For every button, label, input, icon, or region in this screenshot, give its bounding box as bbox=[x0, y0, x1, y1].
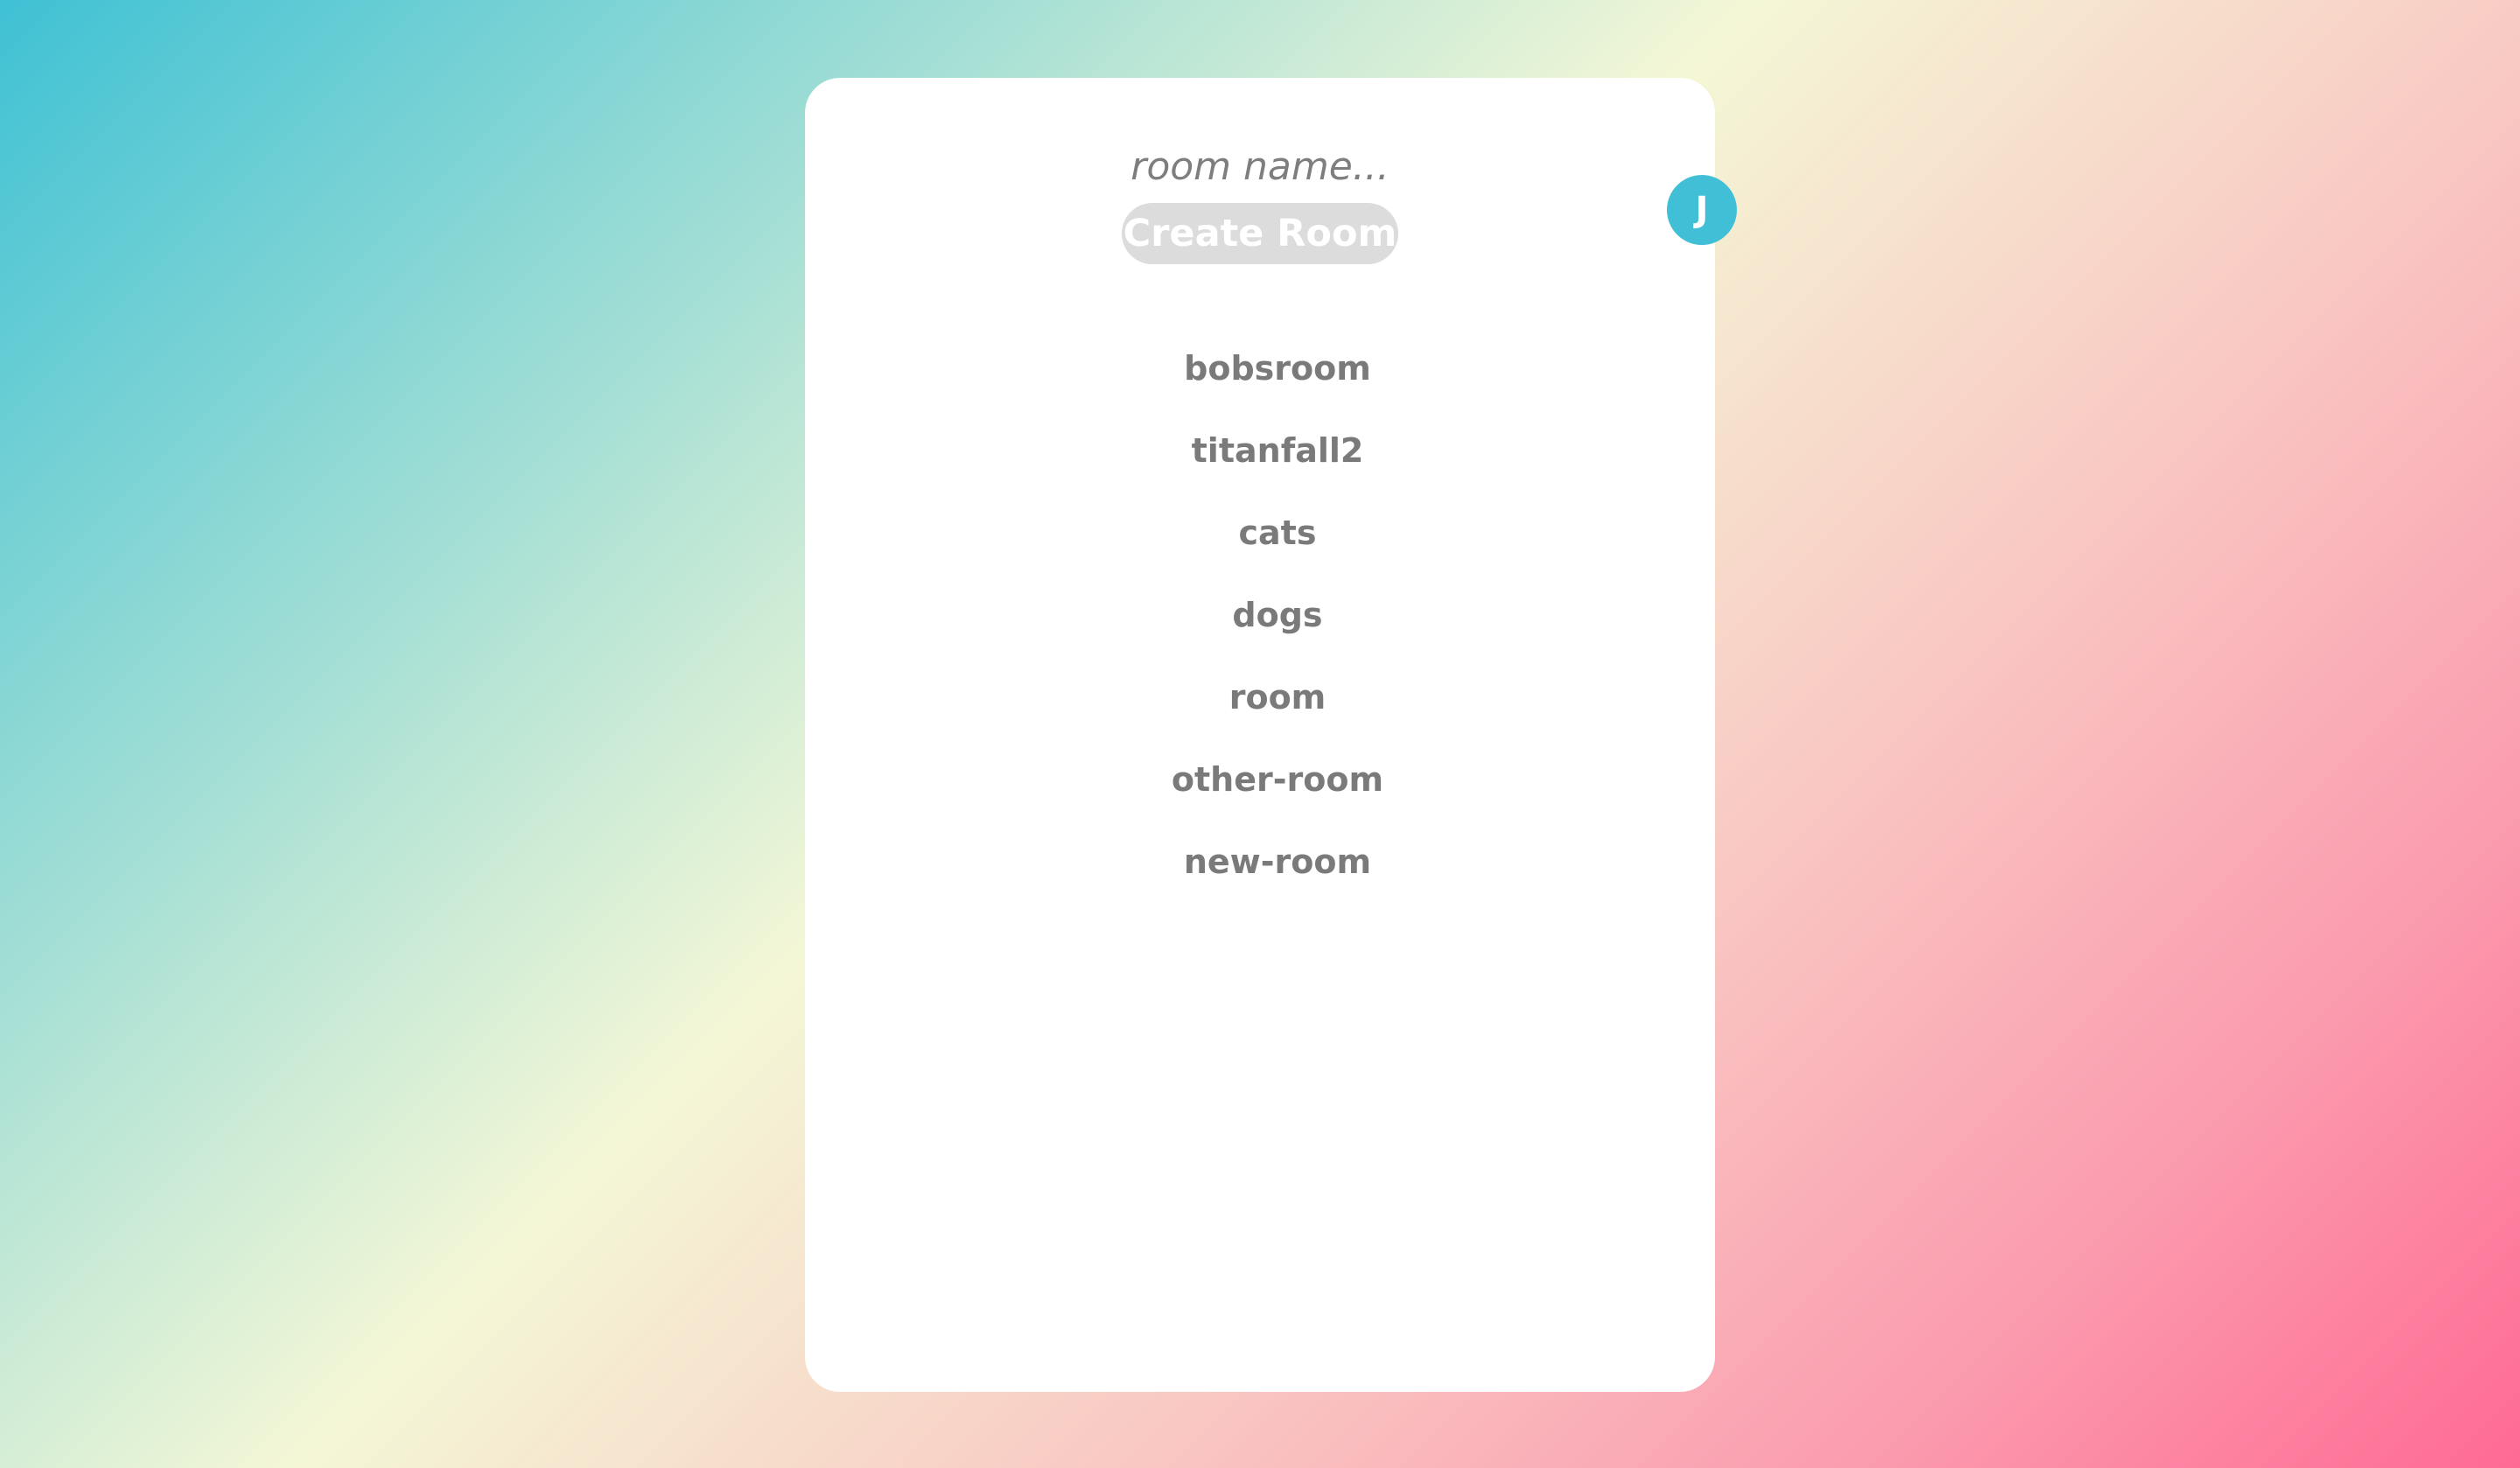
user-avatar[interactable]: J bbox=[1667, 175, 1737, 245]
room-name-input[interactable] bbox=[980, 131, 1540, 201]
room-list-item[interactable]: new-room bbox=[1102, 826, 1452, 908]
create-room-button[interactable]: Create Room bbox=[1122, 203, 1398, 264]
room-list-item[interactable]: other-room bbox=[1102, 744, 1452, 826]
room-list-item[interactable]: titanfall2 bbox=[1102, 415, 1452, 497]
room-list-item[interactable]: cats bbox=[1102, 497, 1452, 579]
room-list-item[interactable]: room bbox=[1102, 661, 1452, 744]
room-list-item[interactable]: dogs bbox=[1102, 579, 1452, 661]
room-list: bobsroom titanfall2 cats dogs room other… bbox=[1102, 332, 1452, 908]
room-list-item[interactable]: bobsroom bbox=[1102, 332, 1452, 415]
